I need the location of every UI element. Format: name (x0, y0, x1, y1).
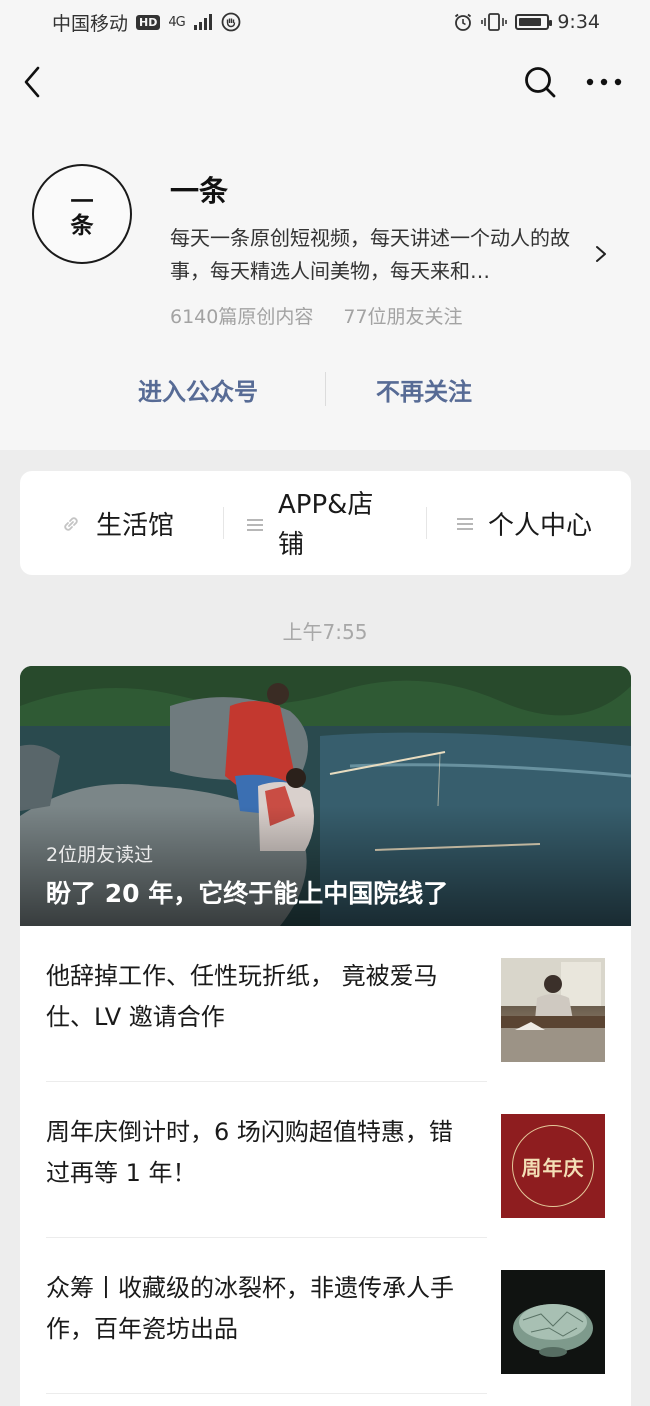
link-icon (64, 516, 78, 531)
article-card: 2位朋友读过 盼了 20 年，它终于能上中国院线了 他辞掉工作、任性玩折纸， 竟… (20, 666, 631, 1406)
article-row[interactable]: 众筹丨收藏级的冰裂杯，非遗传承人手作，百年瓷坊出品 (20, 1238, 631, 1394)
carrier-name: 中国移动 (52, 12, 129, 35)
menu-item-life[interactable]: 生活馆 (60, 505, 174, 542)
network-type: 4G (168, 14, 185, 30)
profile-actions: 进入公众号 不再关注 (0, 350, 650, 430)
hero-article[interactable]: 2位朋友读过 盼了 20 年，它终于能上中国院线了 (20, 666, 631, 926)
avatar-line-1: 一 (70, 187, 94, 215)
nav-bar (0, 44, 650, 120)
article-thumbnail (501, 958, 605, 1062)
avatar-line-2: 条 (70, 212, 94, 239)
article-title: 众筹丨收藏级的冰裂杯，非遗传承人手作，百年瓷坊出品 (46, 1274, 454, 1343)
alarm-icon (455, 13, 472, 31)
article-row[interactable]: 他辞掉工作、任性玩折纸， 竟被爱马仕、LV 邀请合作 (20, 926, 631, 1082)
battery-level (519, 18, 542, 26)
menu-divider (223, 507, 224, 539)
friends-read: 2位朋友读过 (46, 844, 154, 866)
article-thumbnail: 周年庆 (501, 1114, 605, 1218)
account-profile: 一 条 一条 每天一条原创短视频，每天讲述一个动人的故事，每天精选人间美物，每天… (0, 120, 650, 450)
anniversary-text: 周年庆 (521, 1155, 585, 1180)
account-stats: 6140篇原创内容 77位朋友关注 (170, 302, 463, 329)
anniversary-badge: 周年庆 (512, 1125, 594, 1207)
article-title: 他辞掉工作、任性玩折纸， 竟被爱马仕、LV 邀请合作 (46, 962, 438, 1031)
menu-item-label: 个人中心 (488, 511, 593, 541)
origami-image (501, 958, 605, 1062)
message-time: 上午7:55 (282, 620, 368, 644)
menu-item-label: APP&店铺 (278, 490, 374, 560)
status-right: 9:34 (453, 11, 600, 33)
account-name: 一条 (170, 174, 229, 208)
list-icon (457, 517, 473, 530)
crackle-cup-image (513, 1304, 593, 1357)
friends-follow-count: 77位朋友关注 (343, 306, 463, 328)
privacy-icon (221, 12, 241, 32)
more-icon[interactable] (584, 66, 624, 98)
original-count: 6140篇原创内容 (170, 306, 314, 328)
unfollow-button[interactable]: 不再关注 (376, 372, 472, 407)
status-bar: 中国移动 HD 4G 9:34 (0, 0, 650, 44)
article-thumbnail (501, 1270, 605, 1374)
menu-item-app-store[interactable]: APP&店铺 (246, 485, 398, 565)
enter-account-button[interactable]: 进入公众号 (138, 372, 258, 407)
article-row[interactable]: 周年庆倒计时，6 场闪购超值特惠，错过再等 1 年！ 周年庆 (20, 1082, 631, 1238)
chevron-right-icon[interactable] (594, 244, 608, 264)
row-divider (46, 1393, 487, 1394)
menu-divider (426, 507, 427, 539)
back-icon[interactable] (20, 64, 44, 100)
account-menu: 生活馆 APP&店铺 个人中心 (20, 471, 631, 575)
search-icon[interactable] (522, 64, 558, 100)
list-icon (247, 519, 263, 531)
hero-title: 盼了 20 年，它终于能上中国院线了 (46, 879, 449, 908)
clock: 9:34 (557, 11, 600, 33)
signal-icon (193, 14, 212, 30)
action-divider (325, 372, 326, 406)
battery-icon (515, 14, 553, 30)
menu-item-label: 生活馆 (96, 511, 175, 541)
account-description[interactable]: 每天一条原创短视频，每天讲述一个动人的故事，每天精选人间美物，每天来和… (170, 222, 590, 288)
hd-icon: HD (136, 14, 161, 30)
vibrate-icon (481, 13, 508, 31)
avatar[interactable]: 一 条 (32, 164, 132, 264)
article-title: 周年庆倒计时，6 场闪购超值特惠，错过再等 1 年！ (46, 1118, 453, 1187)
status-left: 中国移动 HD 4G (52, 9, 241, 36)
menu-item-personal-center[interactable]: 个人中心 (456, 505, 592, 542)
